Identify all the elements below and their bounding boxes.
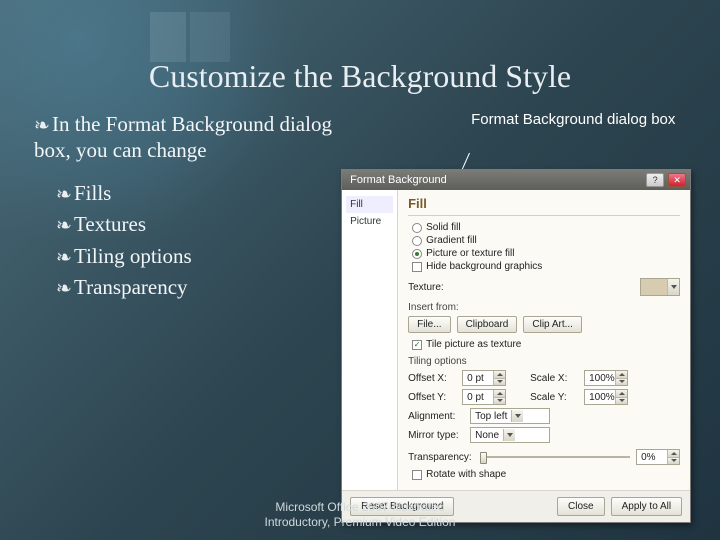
sub-bullet-textures: Textures xyxy=(56,209,333,241)
chk-hide-bg-label: Hide background graphics xyxy=(426,261,542,272)
offset-x-label: Offset X: xyxy=(408,373,456,384)
radio-gradient-label: Gradient fill xyxy=(426,235,477,246)
file-button[interactable]: File... xyxy=(408,316,450,333)
help-button[interactable]: ? xyxy=(646,173,664,187)
alignment-label: Alignment: xyxy=(408,411,464,422)
close-icon[interactable]: ✕ xyxy=(668,173,686,187)
chk-hide-bg[interactable] xyxy=(412,262,422,272)
footer-line-1: Microsoft Office 2007-Illustrated xyxy=(0,500,720,515)
dialog-nav: Fill Picture xyxy=(342,190,398,490)
offset-x-input[interactable]: 0 pt xyxy=(462,370,506,386)
clipart-button[interactable]: Clip Art... xyxy=(523,316,582,333)
tiling-options-label: Tiling options xyxy=(408,356,680,367)
alignment-combo[interactable]: Top left xyxy=(470,408,550,424)
radio-picture[interactable] xyxy=(412,249,422,259)
clipboard-button[interactable]: Clipboard xyxy=(457,316,518,333)
chevron-down-icon xyxy=(511,410,523,422)
insert-from-label: Insert from: xyxy=(408,302,680,313)
divider xyxy=(408,215,680,216)
chevron-down-icon xyxy=(667,279,679,295)
footer-line-2: Introductory, Premium Video Edition xyxy=(0,515,720,530)
texture-picker[interactable] xyxy=(640,278,680,296)
radio-gradient[interactable] xyxy=(412,236,422,246)
callout-label: Format Background dialog box xyxy=(471,111,675,129)
chk-rotate-label: Rotate with shape xyxy=(426,469,506,480)
slide-title: Customize the Background Style xyxy=(24,58,696,95)
scale-y-input[interactable]: 100% xyxy=(584,389,628,405)
scale-y-label: Scale Y: xyxy=(530,392,578,403)
transparency-input[interactable]: 0% xyxy=(636,449,680,465)
chk-rotate[interactable] xyxy=(412,470,422,480)
main-bullet: In the Format Background dialog box, you… xyxy=(34,111,333,164)
radio-solid-label: Solid fill xyxy=(426,222,460,233)
chk-tile-label: Tile picture as texture xyxy=(426,339,521,350)
sub-bullet-transparency: Transparency xyxy=(56,272,333,304)
left-column: In the Format Background dialog box, you… xyxy=(24,111,333,304)
right-column: Format Background dialog box Format Back… xyxy=(341,111,696,304)
sub-bullet-tiling: Tiling options xyxy=(56,241,333,273)
slide-footer: Microsoft Office 2007-Illustrated Introd… xyxy=(0,500,720,530)
texture-label: Texture: xyxy=(408,282,444,293)
scale-x-input[interactable]: 100% xyxy=(584,370,628,386)
nav-fill[interactable]: Fill xyxy=(346,196,393,213)
radio-solid[interactable] xyxy=(412,223,422,233)
scale-x-label: Scale X: xyxy=(530,373,578,384)
dialog-title: Format Background xyxy=(350,174,447,186)
slide: Customize the Background Style In the Fo… xyxy=(0,0,720,540)
transparency-slider[interactable] xyxy=(480,450,630,464)
dialog-titlebar[interactable]: Format Background ? ✕ xyxy=(342,170,690,190)
radio-picture-label: Picture or texture fill xyxy=(426,248,514,259)
transparency-label: Transparency: xyxy=(408,452,474,463)
nav-picture[interactable]: Picture xyxy=(346,213,393,230)
dialog-main: Fill Solid fill Gradient fill Picture or… xyxy=(398,190,690,490)
chk-tile[interactable]: ✓ xyxy=(412,340,422,350)
sub-bullet-fills: Fills xyxy=(56,178,333,210)
chevron-down-icon xyxy=(503,429,515,441)
format-background-dialog: Format Background ? ✕ Fill Picture Fill … xyxy=(341,169,691,523)
offset-y-input[interactable]: 0 pt xyxy=(462,389,506,405)
mirror-combo[interactable]: None xyxy=(470,427,550,443)
mirror-label: Mirror type: xyxy=(408,430,464,441)
section-fill-title: Fill xyxy=(408,196,680,211)
offset-y-label: Offset Y: xyxy=(408,392,456,403)
